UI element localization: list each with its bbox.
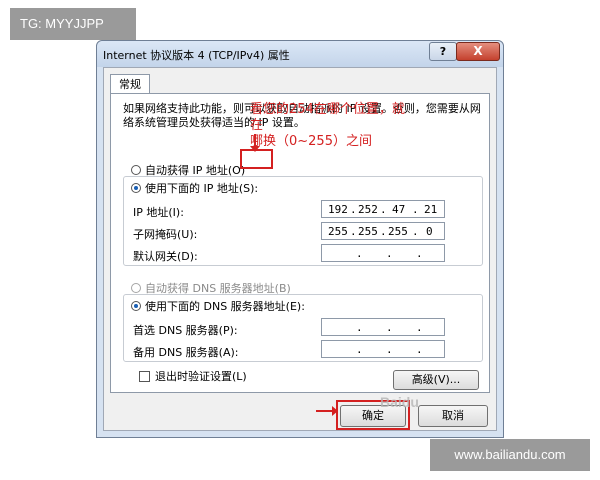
annotation-line-1: 看您的254在哪个位置，就在 xyxy=(250,102,405,133)
cancel-button[interactable]: 取消 xyxy=(418,405,488,427)
validate-on-exit-checkbox[interactable]: 退出时验证设置(L) xyxy=(139,368,247,384)
ip-octet-3: 47 xyxy=(392,203,406,216)
preferred-dns-field[interactable]: ... xyxy=(321,318,445,336)
ok-arrow-icon xyxy=(316,406,338,416)
radio-manual-dns-label: 使用下面的 DNS 服务器地址(E): xyxy=(145,300,305,313)
radio-indicator xyxy=(131,283,141,293)
ip-octet-2: 252 xyxy=(358,203,378,216)
radio-manual-ip[interactable]: 使用下面的 IP 地址(S): xyxy=(131,180,258,196)
watermark-top-left: TG: MYYJJPP xyxy=(10,8,136,40)
tcpip-properties-dialog: Internet 协议版本 4 (TCP/IPv4) 属性 ? X 常规 如果网… xyxy=(96,40,504,438)
radio-auto-ip-label: 自动获得 IP 地址(O) xyxy=(145,164,246,177)
annotation-arrow-down-icon xyxy=(250,134,260,152)
subnet-mask-label: 子网掩码(U): xyxy=(133,228,198,241)
baidu-watermark: Baidu xyxy=(380,394,419,410)
validate-on-exit-label: 退出时验证设置(L) xyxy=(155,370,247,383)
radio-auto-ip[interactable]: 自动获得 IP 地址(O) xyxy=(131,162,245,178)
radio-indicator xyxy=(131,165,141,175)
help-button[interactable]: ? xyxy=(429,42,457,61)
mask-octet-3: 255 xyxy=(388,225,408,238)
ip-octet-highlight xyxy=(240,149,273,169)
mask-octet-4: 0 xyxy=(426,225,433,238)
ip-octet-4: 21 xyxy=(424,203,438,216)
watermark-bottom-right: www.bailiandu.com xyxy=(430,439,590,471)
gateway-label: 默认网关(D): xyxy=(133,250,198,263)
annotation-text: 看您的254在哪个位置，就在 哪换（0~255）之间 xyxy=(250,102,410,150)
mask-octet-1: 255 xyxy=(328,225,348,238)
radio-indicator-selected xyxy=(131,183,141,193)
tab-general[interactable]: 常规 xyxy=(110,74,150,95)
checkbox-box xyxy=(139,370,150,382)
window-title: Internet 协议版本 4 (TCP/IPv4) 属性 xyxy=(103,49,290,62)
title-bar: Internet 协议版本 4 (TCP/IPv4) 属性 ? X xyxy=(97,41,503,67)
alternate-dns-label: 备用 DNS 服务器(A): xyxy=(133,346,239,359)
advanced-button[interactable]: 高级(V)... xyxy=(393,370,479,390)
ip-address-label: IP 地址(I): xyxy=(133,206,184,219)
radio-auto-dns-label: 自动获得 DNS 服务器地址(B) xyxy=(145,282,291,295)
ip-octet-1: 192 xyxy=(328,203,348,216)
radio-manual-dns[interactable]: 使用下面的 DNS 服务器地址(E): xyxy=(131,298,305,314)
close-button[interactable]: X xyxy=(456,42,500,61)
subnet-mask-field[interactable]: 255 . 255 . 255 . 0 xyxy=(321,222,445,240)
radio-manual-ip-label: 使用下面的 IP 地址(S): xyxy=(145,182,259,195)
annotation-line-2: 哪换（0~255）之间 xyxy=(250,134,372,149)
radio-auto-dns[interactable]: 自动获得 DNS 服务器地址(B) xyxy=(131,280,291,296)
preferred-dns-label: 首选 DNS 服务器(P): xyxy=(133,324,238,337)
mask-octet-2: 255 xyxy=(358,225,378,238)
alternate-dns-field[interactable]: ... xyxy=(321,340,445,358)
radio-indicator-selected xyxy=(131,301,141,311)
gateway-field[interactable]: ... xyxy=(321,244,445,262)
ip-address-field[interactable]: 192 . 252 . 47 . 21 xyxy=(321,200,445,218)
